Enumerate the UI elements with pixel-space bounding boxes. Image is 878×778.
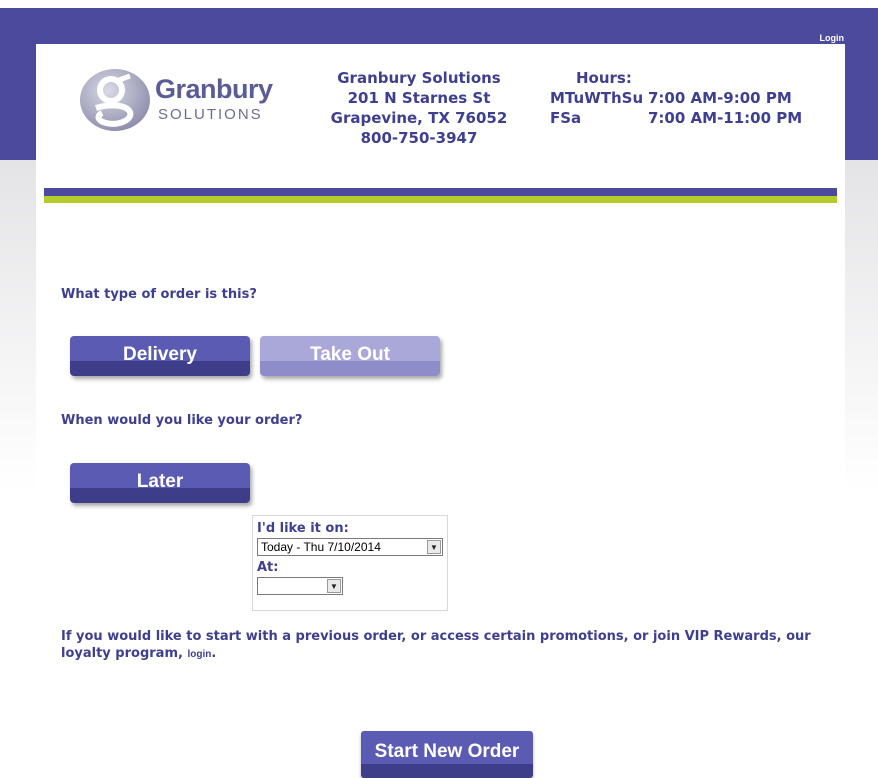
chevron-down-icon[interactable]: ▼: [327, 579, 341, 593]
chevron-down-icon[interactable]: ▼: [427, 540, 441, 554]
granbury-logo[interactable]: Granbury SOLUTIONS: [78, 66, 288, 132]
hours-time: 7:00 AM-9:00 PM: [648, 89, 792, 107]
logo-subtitle: SOLUTIONS: [158, 106, 263, 123]
date-select[interactable]: Today - Thu 7/10/2014 ▼: [257, 538, 443, 556]
info-login-link[interactable]: login: [187, 649, 211, 660]
store-name: Granbury Solutions: [337, 69, 501, 87]
info-text: If you would like to start with a previo…: [61, 629, 811, 661]
store-address: Granbury Solutions 201 N Starnes St Grap…: [304, 68, 534, 148]
date-label: I'd like it on:: [257, 521, 349, 536]
login-link[interactable]: Login: [820, 33, 845, 43]
info-period: .: [211, 646, 217, 661]
start-new-order-button[interactable]: Start New Order: [361, 731, 533, 778]
schedule-panel: I'd like it on: Today - Thu 7/10/2014 ▼ …: [252, 515, 448, 611]
hours-row: FSa 7:00 AM-11:00 PM: [550, 108, 840, 128]
time-label: At:: [257, 560, 279, 575]
takeout-button[interactable]: Take Out: [260, 336, 440, 376]
order-type-question: What type of order is this?: [61, 287, 257, 302]
store-city: Grapevine, TX 76052: [330, 109, 508, 127]
logo-wordmark: Granbury: [155, 74, 273, 104]
header-divider-green: [44, 196, 837, 203]
time-select[interactable]: ▼: [257, 577, 343, 595]
hours-days: FSa: [550, 109, 582, 127]
previous-order-info: If you would like to start with a previo…: [61, 628, 821, 663]
store-hours: Hours: MTuWThSu 7:00 AM-9:00 PM FSa 7:00…: [550, 68, 840, 128]
hours-row: MTuWThSu 7:00 AM-9:00 PM: [550, 88, 840, 108]
hours-title: Hours:: [576, 69, 632, 87]
logo-g-icon: [80, 69, 150, 131]
order-time-question: When would you like your order?: [61, 413, 303, 428]
store-street: 201 N Starnes St: [347, 89, 491, 107]
hours-days: MTuWThSu: [550, 89, 644, 107]
header-divider-purple: [44, 188, 837, 196]
hours-time: 7:00 AM-11:00 PM: [648, 109, 803, 127]
delivery-button[interactable]: Delivery: [70, 336, 250, 376]
later-button[interactable]: Later: [70, 463, 250, 503]
main-panel: Granbury SOLUTIONS Granbury Solutions 20…: [36, 44, 845, 778]
date-select-value: Today - Thu 7/10/2014: [261, 540, 381, 554]
store-phone: 800-750-3947: [360, 129, 478, 147]
